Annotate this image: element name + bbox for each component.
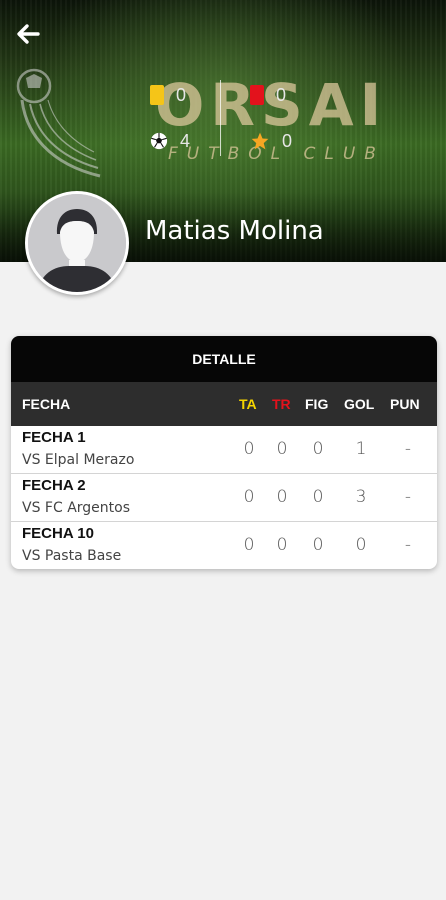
row-ta: 0 (243, 535, 255, 555)
table-row: FECHA 10 VS Pasta Base 0 0 0 0 - (11, 522, 437, 569)
row-opponent: VS Pasta Base (22, 548, 122, 564)
stars-count: 0 (282, 130, 293, 151)
goals-stat: 4 (150, 128, 190, 154)
arrow-left-icon (17, 24, 40, 44)
detail-table: DETALLE FECHA TA TR FIG GOL PUN FECHA 1 … (11, 336, 437, 569)
row-gol: 3 (355, 487, 367, 507)
goals-count: 4 (180, 130, 191, 151)
stats-divider (220, 80, 221, 156)
row-pun: - (404, 439, 412, 459)
row-ta: 0 (243, 487, 255, 507)
player-stats-summary: 0 0 4 0 (148, 80, 308, 156)
yellow-card-icon (150, 85, 164, 105)
row-pun: - (404, 487, 412, 507)
red-card-icon (250, 85, 264, 105)
column-header-gol: GOL (344, 396, 375, 412)
row-opponent: VS Elpal Merazo (22, 452, 135, 468)
table-row: FECHA 2 VS FC Argentos 0 0 0 3 - (11, 474, 437, 522)
player-avatar (25, 191, 129, 295)
red-cards-count: 0 (276, 84, 287, 105)
column-header-fecha: FECHA (22, 396, 71, 412)
star-icon (251, 132, 269, 150)
column-header-tr: TR (272, 396, 291, 412)
table-row: FECHA 1 VS Elpal Merazo 0 0 0 1 - (11, 426, 437, 474)
red-cards-stat: 0 (250, 82, 286, 108)
row-tr: 0 (276, 439, 288, 459)
back-button[interactable] (14, 20, 48, 50)
row-fig: 0 (312, 487, 324, 507)
soccer-ball-logo-icon (16, 68, 101, 178)
row-fecha: FECHA 2 (22, 477, 86, 494)
row-tr: 0 (276, 535, 288, 555)
person-placeholder-icon (28, 194, 126, 292)
column-header-ta: TA (239, 396, 257, 412)
yellow-cards-stat: 0 (150, 82, 186, 108)
table-title: DETALLE (11, 336, 437, 382)
row-ta: 0 (243, 439, 255, 459)
yellow-cards-count: 0 (176, 84, 187, 105)
table-header-row: FECHA TA TR FIG GOL PUN (11, 382, 437, 426)
row-fecha: FECHA 10 (22, 525, 94, 542)
column-header-fig: FIG (305, 396, 329, 412)
row-fecha: FECHA 1 (22, 429, 86, 446)
soccer-ball-icon (150, 132, 168, 150)
row-gol: 0 (355, 535, 367, 555)
player-name: Matias Molina (145, 216, 324, 246)
row-opponent: VS FC Argentos (22, 500, 131, 516)
column-header-pun: PUN (390, 396, 420, 412)
row-fig: 0 (312, 439, 324, 459)
row-fig: 0 (312, 535, 324, 555)
stars-stat: 0 (250, 128, 292, 154)
row-gol: 1 (355, 439, 367, 459)
row-pun: - (404, 535, 412, 555)
row-tr: 0 (276, 487, 288, 507)
